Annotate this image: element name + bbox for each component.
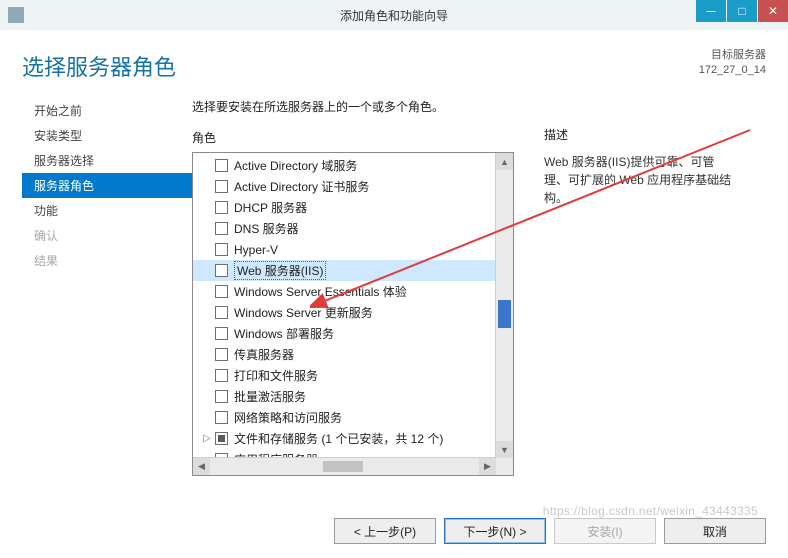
wizard-step-item[interactable]: 服务器角色 bbox=[22, 173, 192, 198]
role-item[interactable]: Windows Server Essentials 体验 bbox=[193, 281, 496, 302]
scroll-left-arrow-icon[interactable]: ◀ bbox=[193, 458, 210, 475]
target-server-box: 目标服务器 172_27_0_14 bbox=[699, 48, 766, 78]
role-label: 网络策略和访问服务 bbox=[234, 409, 342, 426]
wizard-step-item: 确认 bbox=[22, 223, 192, 248]
main-area: 选择要安装在所选服务器上的一个或多个角色。 角色 Active Director… bbox=[192, 98, 766, 476]
close-button[interactable]: ✕ bbox=[758, 0, 788, 22]
description-column: 描述 Web 服务器(IIS)提供可靠、可管理、可扩展的 Web 应用程序基础结… bbox=[544, 98, 734, 476]
page-title: 选择服务器角色 bbox=[22, 50, 176, 82]
wizard-window: 添加角色和功能向导 ─ □ ✕ 选择服务器角色 目标服务器 172_27_0_1… bbox=[0, 0, 788, 558]
role-item[interactable]: 批量激活服务 bbox=[193, 386, 496, 407]
role-label: 批量激活服务 bbox=[234, 388, 306, 405]
footer-buttons: < 上一步(P) 下一步(N) > 安装(I) 取消 bbox=[334, 518, 766, 544]
roles-tree: Active Directory 域服务 Active Directory 证书服… bbox=[193, 153, 496, 458]
role-label: Windows Server 更新服务 bbox=[234, 304, 373, 321]
role-checkbox[interactable] bbox=[215, 264, 228, 277]
role-label: DNS 服务器 bbox=[234, 220, 299, 237]
scroll-down-arrow-icon[interactable]: ▼ bbox=[496, 441, 513, 458]
target-server-value: 172_27_0_14 bbox=[699, 63, 766, 78]
role-label: 打印和文件服务 bbox=[234, 367, 318, 384]
wizard-steps-nav: 开始之前安装类型服务器选择服务器角色功能确认结果 bbox=[22, 98, 192, 476]
role-checkbox[interactable] bbox=[215, 243, 228, 256]
content-area: 选择服务器角色 目标服务器 172_27_0_14 开始之前安装类型服务器选择服… bbox=[0, 30, 788, 558]
previous-button[interactable]: < 上一步(P) bbox=[334, 518, 436, 544]
expand-icon[interactable]: ▷ bbox=[201, 433, 213, 444]
watermark-text: https://blog.csdn.net/weixin_43443335 bbox=[543, 504, 758, 518]
role-item[interactable]: 网络策略和访问服务 bbox=[193, 407, 496, 428]
scroll-right-arrow-icon[interactable]: ▶ bbox=[479, 458, 496, 475]
role-item[interactable]: DHCP 服务器 bbox=[193, 197, 496, 218]
role-item[interactable]: Windows 部署服务 bbox=[193, 323, 496, 344]
role-label: 文件和存储服务 (1 个已安装，共 12 个) bbox=[234, 430, 443, 447]
roles-column: 选择要安装在所选服务器上的一个或多个角色。 角色 Active Director… bbox=[192, 98, 522, 476]
role-label: 传真服务器 bbox=[234, 346, 294, 363]
roles-listbox: Active Directory 域服务 Active Directory 证书服… bbox=[192, 152, 514, 476]
role-item[interactable]: ▷ 文件和存储服务 (1 个已安装，共 12 个) bbox=[193, 428, 496, 449]
cancel-button[interactable]: 取消 bbox=[664, 518, 766, 544]
role-item[interactable]: 打印和文件服务 bbox=[193, 365, 496, 386]
roles-scroll-viewport[interactable]: Active Directory 域服务 Active Directory 证书服… bbox=[193, 153, 496, 458]
roles-heading: 角色 bbox=[192, 129, 522, 146]
role-checkbox[interactable] bbox=[215, 159, 228, 172]
role-label: Active Directory 域服务 bbox=[234, 157, 357, 174]
titlebar: 添加角色和功能向导 ─ □ ✕ bbox=[0, 0, 788, 31]
role-label: Hyper-V bbox=[234, 243, 278, 257]
role-checkbox[interactable] bbox=[215, 369, 228, 382]
vscroll-track[interactable] bbox=[496, 170, 513, 441]
role-checkbox[interactable] bbox=[215, 432, 228, 445]
vscroll-thumb[interactable] bbox=[498, 300, 511, 328]
vertical-scrollbar[interactable]: ▲ ▼ bbox=[495, 153, 513, 458]
wizard-step-item: 结果 bbox=[22, 248, 192, 273]
role-checkbox[interactable] bbox=[215, 411, 228, 424]
wizard-step-item[interactable]: 服务器选择 bbox=[22, 148, 192, 173]
header-row: 选择服务器角色 目标服务器 172_27_0_14 bbox=[22, 48, 766, 82]
role-item[interactable]: Active Directory 域服务 bbox=[193, 155, 496, 176]
next-button[interactable]: 下一步(N) > bbox=[444, 518, 546, 544]
role-checkbox[interactable] bbox=[215, 390, 228, 403]
scroll-up-arrow-icon[interactable]: ▲ bbox=[496, 153, 513, 170]
description-heading: 描述 bbox=[544, 126, 734, 143]
wizard-step-item[interactable]: 功能 bbox=[22, 198, 192, 223]
role-label: Windows 部署服务 bbox=[234, 325, 334, 342]
role-checkbox[interactable] bbox=[215, 285, 228, 298]
role-checkbox[interactable] bbox=[215, 348, 228, 361]
role-item[interactable]: Windows Server 更新服务 bbox=[193, 302, 496, 323]
body-row: 开始之前安装类型服务器选择服务器角色功能确认结果 选择要安装在所选服务器上的一个… bbox=[22, 98, 766, 476]
role-checkbox[interactable] bbox=[215, 222, 228, 235]
role-label: DHCP 服务器 bbox=[234, 199, 307, 216]
role-item[interactable]: Active Directory 证书服务 bbox=[193, 176, 496, 197]
role-checkbox[interactable] bbox=[215, 327, 228, 340]
role-checkbox[interactable] bbox=[215, 180, 228, 193]
horizontal-scrollbar[interactable]: ◀ ▶ bbox=[193, 457, 496, 475]
app-icon bbox=[8, 7, 24, 23]
role-checkbox[interactable] bbox=[215, 201, 228, 214]
role-item[interactable]: Hyper-V bbox=[193, 239, 496, 260]
instruction-text: 选择要安装在所选服务器上的一个或多个角色。 bbox=[192, 98, 522, 115]
role-item[interactable]: 传真服务器 bbox=[193, 344, 496, 365]
role-label: Windows Server Essentials 体验 bbox=[234, 283, 407, 300]
role-item[interactable]: DNS 服务器 bbox=[193, 218, 496, 239]
target-server-label: 目标服务器 bbox=[699, 48, 766, 63]
window-controls: ─ □ ✕ bbox=[696, 0, 788, 22]
scrollbar-corner bbox=[496, 458, 513, 475]
role-item[interactable]: Web 服务器(IIS) bbox=[193, 260, 496, 281]
role-label: Web 服务器(IIS) bbox=[234, 261, 326, 280]
role-label: Active Directory 证书服务 bbox=[234, 178, 369, 195]
minimize-button[interactable]: ─ bbox=[696, 0, 726, 22]
wizard-step-item[interactable]: 安装类型 bbox=[22, 123, 192, 148]
description-text: Web 服务器(IIS)提供可靠、可管理、可扩展的 Web 应用程序基础结构。 bbox=[544, 153, 734, 207]
window-title: 添加角色和功能向导 bbox=[0, 7, 788, 24]
maximize-button[interactable]: □ bbox=[727, 0, 757, 22]
hscroll-thumb[interactable] bbox=[323, 461, 363, 472]
role-checkbox[interactable] bbox=[215, 306, 228, 319]
install-button: 安装(I) bbox=[554, 518, 656, 544]
wizard-step-item[interactable]: 开始之前 bbox=[22, 98, 192, 123]
